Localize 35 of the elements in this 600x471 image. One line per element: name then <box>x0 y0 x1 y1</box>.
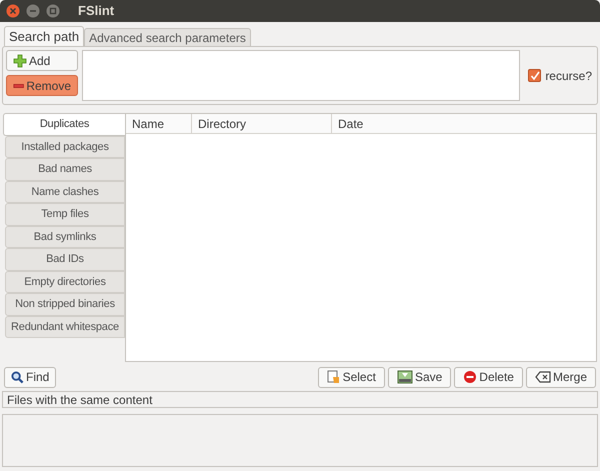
side-tab[interactable]: Temp files <box>5 203 125 226</box>
side-tab[interactable]: Duplicates <box>3 113 125 136</box>
side-tab[interactable]: Redundant whitespace <box>5 316 125 338</box>
backspace-icon <box>534 371 551 383</box>
delete-button[interactable]: Delete <box>454 366 523 388</box>
merge-button[interactable]: Merge <box>526 366 596 388</box>
drive-icon <box>396 370 413 384</box>
select-button[interactable]: Select <box>318 366 385 388</box>
tab[interactable]: Search path <box>4 26 84 46</box>
stop-icon <box>463 370 478 384</box>
side-tab[interactable]: Bad names <box>5 158 125 180</box>
plus-icon <box>13 54 27 68</box>
side-tab[interactable]: Non stripped binaries <box>5 293 125 316</box>
side-tab[interactable]: Name clashes <box>5 180 125 203</box>
recurse-label: recurse? <box>545 68 592 84</box>
close-icon[interactable] <box>6 4 20 18</box>
side-tab[interactable]: Empty directories <box>5 270 125 293</box>
save-button[interactable]: Save <box>388 366 452 388</box>
tab[interactable]: Advanced search parameters <box>84 28 251 46</box>
add-button[interactable]: Add <box>6 50 78 71</box>
find-button[interactable]: Find <box>4 366 56 388</box>
path-list[interactable] <box>82 50 520 101</box>
search-icon <box>11 370 24 384</box>
status-bar: Files with the same content <box>2 391 598 408</box>
column-header[interactable]: Name <box>126 114 192 133</box>
side-tab[interactable]: Bad IDs <box>5 248 125 270</box>
remove-button[interactable]: Remove <box>6 75 78 96</box>
side-tab[interactable]: Installed packages <box>5 136 125 158</box>
column-header[interactable]: Directory <box>192 114 332 133</box>
maximize-icon[interactable] <box>46 4 60 18</box>
recurse-checkbox[interactable] <box>528 69 542 82</box>
column-header[interactable]: Date <box>332 114 596 133</box>
minimize-icon[interactable] <box>26 4 40 18</box>
side-tab[interactable]: Bad symlinks <box>5 226 125 248</box>
window-title: FSlint <box>78 2 114 20</box>
